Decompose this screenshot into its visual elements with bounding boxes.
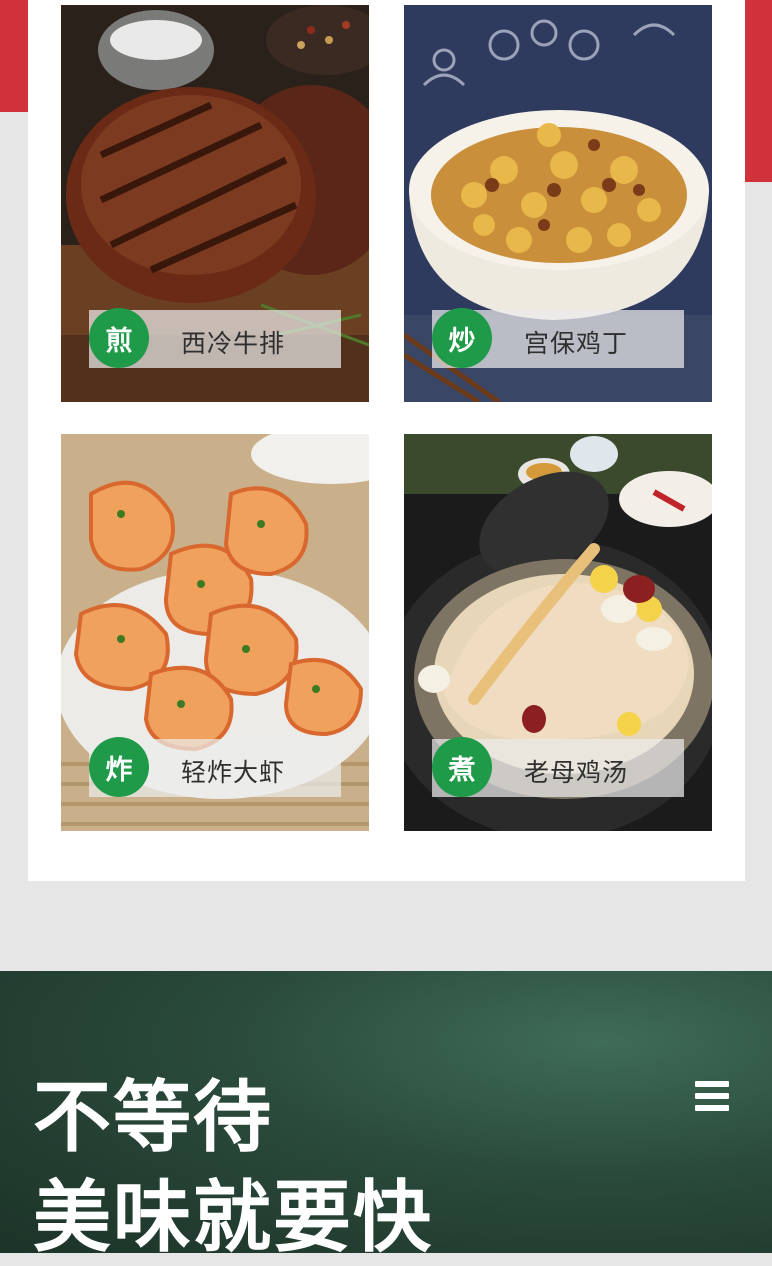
slogan-line-1: 不等待 — [33, 1073, 274, 1163]
dish-tile-kungpao[interactable]: 炒 宫保鸡丁 — [404, 5, 712, 402]
red-accent-right — [745, 0, 772, 182]
red-accent-left — [0, 0, 28, 112]
dish-name: 西冷牛排 — [181, 329, 286, 358]
dish-card-panel: 煎 西冷牛排 炒 宫保鸡丁 炸 轻炸大虾 煮 老母鸡汤 — [28, 0, 745, 881]
cooking-method-badge: 煎 — [89, 308, 149, 368]
slogan-line-2: 美味就要快 — [33, 1173, 434, 1263]
dish-name: 宫保鸡丁 — [524, 329, 629, 358]
dish-tile-shrimp[interactable]: 炸 轻炸大虾 — [61, 434, 369, 831]
dish-name: 老母鸡汤 — [524, 758, 629, 787]
cooking-method-badge: 炸 — [89, 737, 149, 797]
dish-tile-steak[interactable]: 煎 西冷牛排 — [61, 5, 369, 402]
dish-name: 轻炸大虾 — [181, 758, 286, 787]
menu-icon[interactable] — [695, 1081, 729, 1111]
dish-tile-chicken-soup[interactable]: 煮 老母鸡汤 — [404, 434, 712, 831]
cooking-method-badge: 煮 — [432, 737, 492, 797]
cooking-method-badge: 炒 — [432, 308, 492, 368]
